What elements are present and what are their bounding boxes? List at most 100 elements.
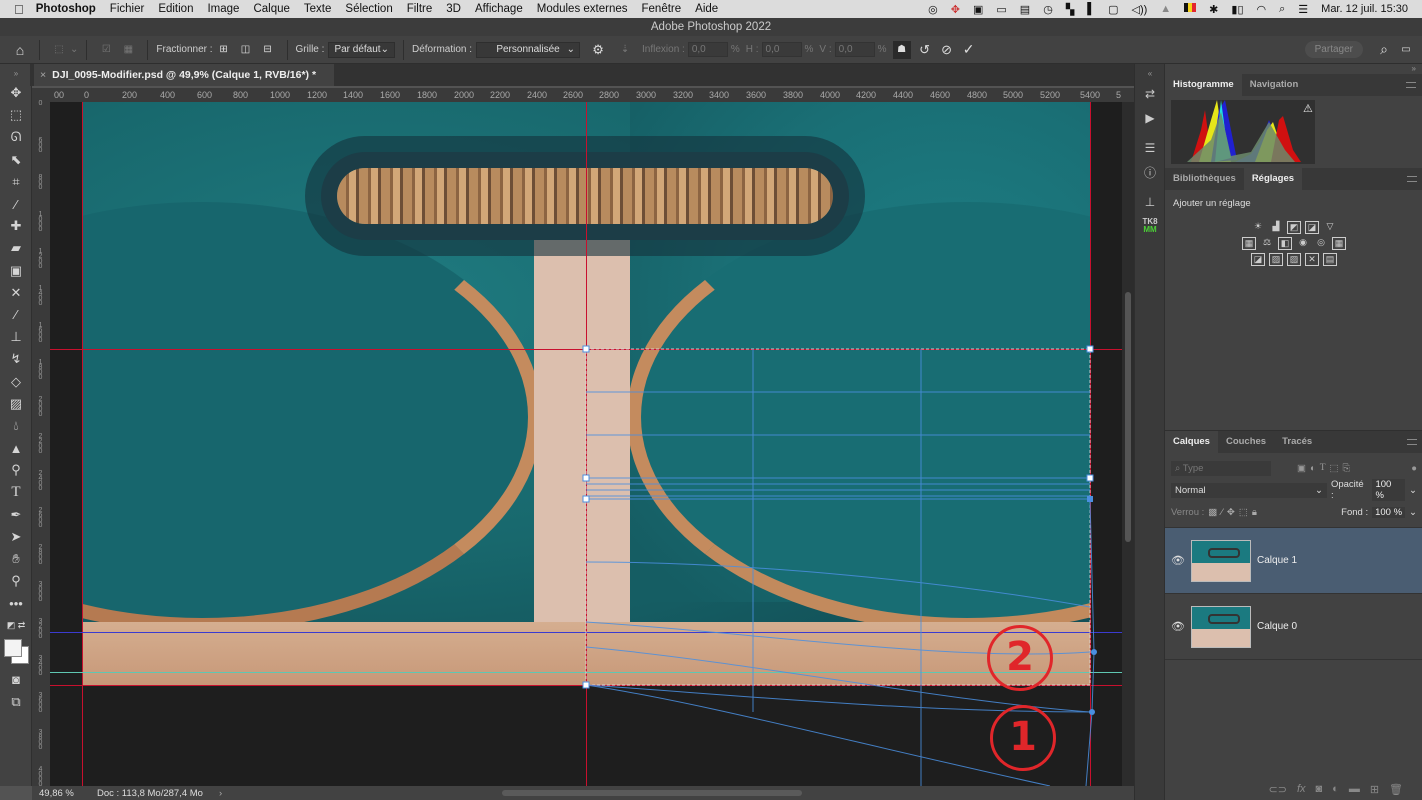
split-vertical-icon[interactable]: ◫ (238, 42, 254, 58)
hue-saturation-icon[interactable]: ▦ (1242, 237, 1256, 250)
panel-menu-icon[interactable] (1407, 439, 1417, 445)
expand-icon[interactable]: » (1165, 64, 1422, 74)
belgium-flag-icon[interactable] (1184, 3, 1197, 15)
zoom-level[interactable]: 49,86 % (39, 788, 81, 799)
vpn-icon[interactable]: ▲ (1160, 3, 1171, 15)
tab-couches[interactable]: Couches (1218, 431, 1274, 453)
wifi-icon[interactable]: ◠ (1257, 3, 1267, 16)
stamp-panel-icon[interactable]: ⊥ (1135, 190, 1165, 214)
color-swatches[interactable] (0, 637, 31, 669)
delete-layer-icon[interactable]: 🗑︎ (1389, 783, 1403, 796)
new-layer-icon[interactable]: ⊞ (1370, 783, 1379, 796)
display-icon[interactable]: ▢ (1108, 3, 1118, 16)
filter-smart-icon[interactable]: ⎘ (1343, 463, 1351, 474)
eraser-tool-icon[interactable]: ◇ (0, 370, 32, 392)
menu-fenetre[interactable]: Fenêtre (642, 3, 682, 15)
frame-tool-icon[interactable]: ▣ (0, 260, 32, 282)
sharpen-tool-icon[interactable]: ▲ (0, 437, 32, 459)
lock-position-icon[interactable]: ✥ (1227, 507, 1235, 518)
layer-filter-input[interactable]: ⌕ Type (1171, 460, 1271, 476)
volume-icon[interactable]: ◁)) (1131, 3, 1147, 16)
h-input[interactable]: 0,0 (761, 42, 802, 57)
swap-colors-icon[interactable]: ◩ ⇄ (0, 615, 32, 637)
dodge-tool-icon[interactable]: ⚲ (0, 459, 32, 481)
zoom-tool-icon[interactable]: ⚲ (0, 570, 32, 592)
screen-mode-icon[interactable]: ⧉ (0, 691, 32, 713)
visibility-eye-icon[interactable]: 👁︎ (1165, 620, 1191, 633)
bandage-tool-icon[interactable]: ▰ (0, 237, 32, 259)
menu-aide[interactable]: Aide (695, 3, 718, 15)
channel-mixer-icon[interactable]: ◎ (1314, 237, 1328, 250)
filter-shape-icon[interactable]: ⬚ (1330, 463, 1339, 474)
info-icon[interactable]: ⓘ (1135, 160, 1165, 184)
brush-tool-icon[interactable]: ∕ (0, 304, 32, 326)
home-icon[interactable]: ⌂ (12, 42, 28, 58)
history-brush-tool-icon[interactable]: ↯ (0, 348, 32, 370)
patch-tool-icon[interactable]: ✕ (0, 282, 32, 304)
color-lookup-icon[interactable]: ▦ (1332, 237, 1346, 250)
tk8-plugin-icon[interactable]: TK8 MM (1135, 214, 1165, 238)
document-tab[interactable]: × DJI_0095-Modifier.psd @ 49,9% (Calque 1… (34, 64, 334, 86)
threshold-icon[interactable]: ▨ (1287, 253, 1301, 266)
horizontal-scrollbar[interactable] (502, 790, 802, 796)
close-tab-icon[interactable]: × (40, 69, 46, 81)
screen-icon[interactable]: ▭ (996, 3, 1006, 16)
opacity-input[interactable]: 100 % (1372, 479, 1406, 501)
posterize-icon[interactable]: ▨ (1269, 253, 1283, 266)
properties-icon[interactable]: ☰ (1135, 136, 1165, 160)
collapse-icon[interactable]: » (0, 64, 32, 82)
split-horizontal-icon[interactable]: ⊟ (260, 42, 276, 58)
lock-transparent-icon[interactable]: ▩ (1208, 507, 1217, 518)
quick-mask-icon[interactable]: ◙ (0, 669, 32, 691)
add-mask-icon[interactable]: ◙ (1316, 783, 1323, 796)
bluetooth-icon[interactable]: ✱ (1209, 3, 1218, 16)
camera-icon[interactable]: ▣ (973, 3, 983, 16)
hand-tool-icon[interactable]: ✋︎ (0, 548, 32, 570)
more-tools-icon[interactable]: ••• (0, 592, 32, 614)
color-balance-icon[interactable]: ⚖ (1260, 237, 1274, 250)
marquee-tool-icon[interactable]: ⬚ (0, 104, 32, 126)
split-cross-icon[interactable]: ⊞ (216, 42, 232, 58)
warp-orientation-icon[interactable]: ⇣ (617, 42, 633, 58)
curves-icon[interactable]: ◩ (1287, 221, 1301, 234)
invert-icon[interactable]: ◪ (1251, 253, 1265, 266)
workspace-icon[interactable]: ▭ (1398, 42, 1414, 58)
time-machine-icon[interactable]: ◷ (1043, 3, 1053, 16)
menu-image[interactable]: Image (207, 3, 239, 15)
exposure-icon[interactable]: ◪ (1305, 221, 1319, 234)
panel-menu-icon[interactable] (1406, 82, 1416, 88)
canvas[interactable]: 2 1 (50, 102, 1122, 786)
lock-paint-icon[interactable]: ∕ (1221, 507, 1223, 518)
link-layers-icon[interactable]: ⊂⊃ (1269, 783, 1287, 796)
gradient-map-icon[interactable]: ▤ (1323, 253, 1337, 266)
black-white-icon[interactable]: ◧ (1278, 237, 1292, 250)
photo-filter-icon[interactable]: ◉ (1296, 237, 1310, 250)
share-button[interactable]: Partager (1304, 41, 1363, 58)
layer-name[interactable]: Calque 1 (1257, 555, 1297, 566)
battery-icon[interactable]: ▮▯ (1231, 3, 1243, 16)
type-tool-icon[interactable]: T (0, 481, 32, 503)
fx-icon[interactable]: fx (1297, 783, 1306, 796)
status-menu-arrow[interactable]: › (219, 788, 222, 799)
path-select-tool-icon[interactable]: ➤ (0, 526, 32, 548)
cancel-icon[interactable]: ⊘ (939, 42, 955, 58)
menu-edition[interactable]: Edition (158, 3, 193, 15)
move-tool-icon[interactable]: ✥ (0, 82, 32, 104)
object-select-tool-icon[interactable]: ⬉ (0, 149, 32, 171)
search-icon[interactable]: ⌕ (1376, 41, 1392, 58)
menu-affichage[interactable]: Affichage (475, 3, 523, 15)
spotlight-icon[interactable]: ⌕ (1279, 3, 1285, 16)
warp-mode-icon[interactable]: ☗ (892, 40, 911, 59)
fill-dropdown-icon[interactable]: ⌄ (1409, 507, 1417, 518)
tab-traces[interactable]: Tracés (1274, 431, 1320, 453)
creative-cloud-icon[interactable]: ◎ (928, 3, 938, 16)
layer-row[interactable]: 👁︎ Calque 1 (1165, 528, 1422, 594)
layer-row[interactable]: 👁︎ Calque 0 (1165, 594, 1422, 660)
actions-play-icon[interactable]: ▶ (1135, 106, 1165, 130)
fill-input[interactable]: 100 % (1372, 506, 1406, 518)
warp-grid[interactable] (50, 102, 1122, 786)
lock-artboard-icon[interactable]: ⬚ (1239, 507, 1248, 518)
tab-bibliotheques[interactable]: Bibliothèques (1165, 168, 1244, 190)
chevron-down-icon[interactable]: ⌄ (70, 44, 78, 55)
gear-icon[interactable]: ⚙ (590, 42, 606, 58)
